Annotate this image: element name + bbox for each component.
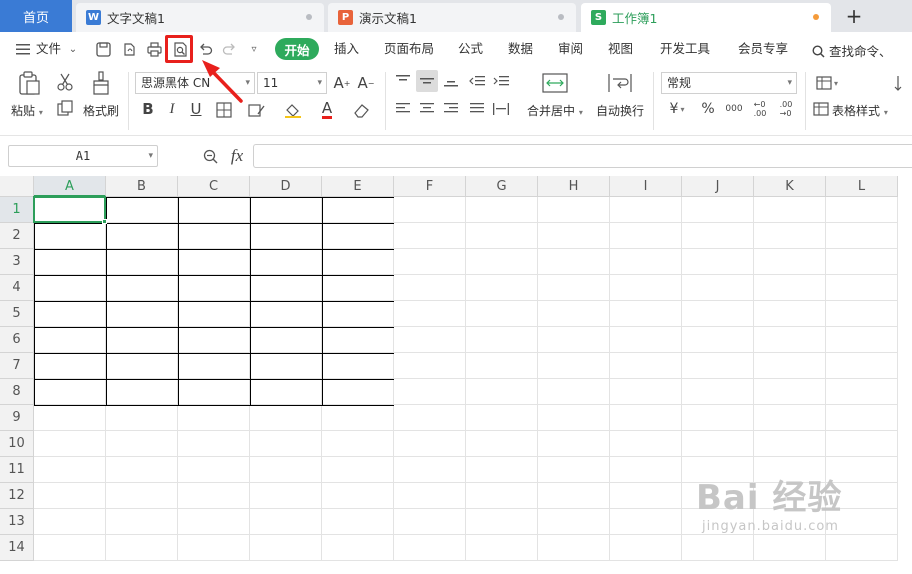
watermark-url: jingyan.baidu.com (702, 519, 839, 534)
watermark-logo: Bai 经验 (696, 478, 843, 518)
watermark: Bai 经验 jingyan.baidu.com (696, 470, 842, 534)
